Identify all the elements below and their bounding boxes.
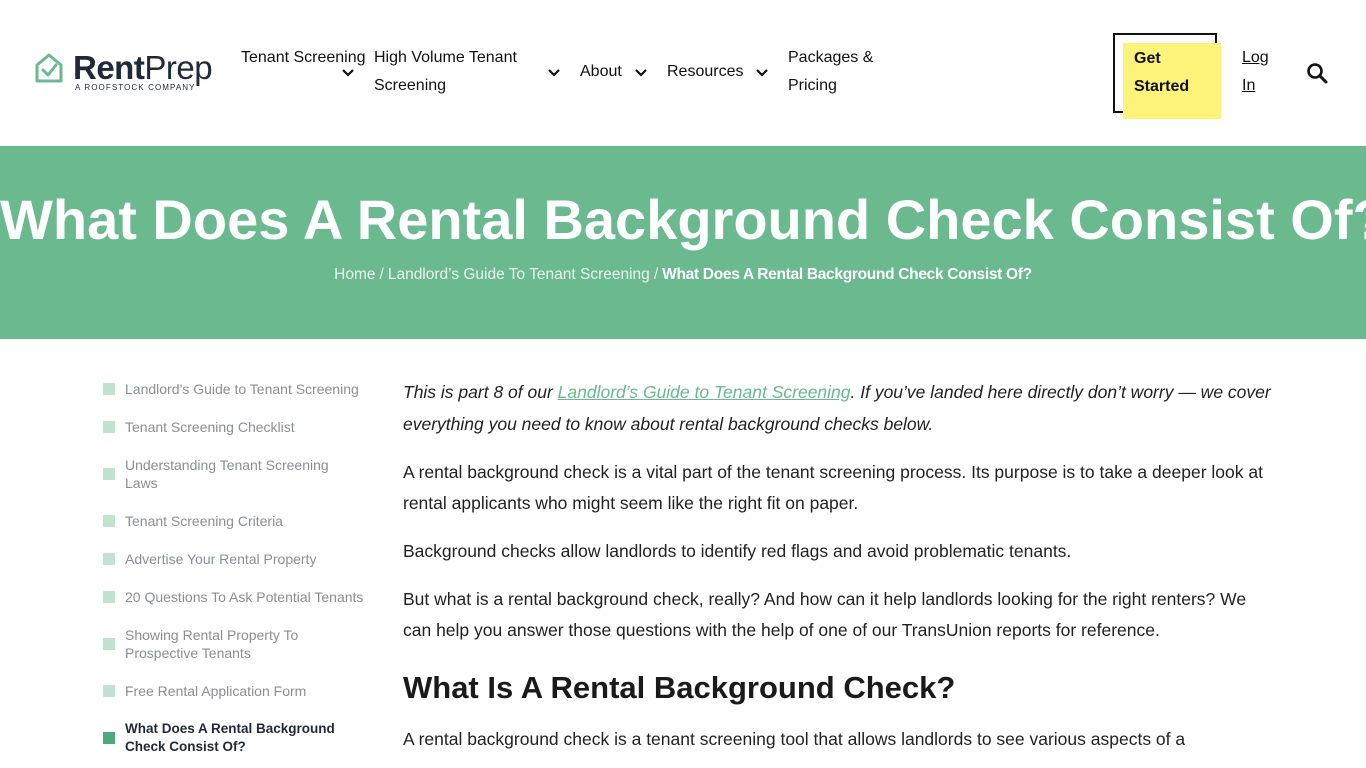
bullet-icon xyxy=(103,421,115,433)
chevron-down-icon[interactable] xyxy=(341,68,355,78)
chevron-down-icon[interactable] xyxy=(547,68,561,78)
sidebar-item-label: What Does A Rental Background Check Cons… xyxy=(125,721,335,754)
nav-label: High Volume Tenant Screening xyxy=(374,49,517,94)
breadcrumb-parent[interactable]: Landlord’s Guide To Tenant Screening xyxy=(388,266,650,283)
nav-label: About xyxy=(580,63,622,80)
bullet-icon xyxy=(103,638,115,650)
sidebar-item-label: 20 Questions To Ask Potential Tenants xyxy=(125,589,364,605)
breadcrumb-current: What Does A Rental Background Check Cons… xyxy=(662,266,1032,283)
rentprep-logo[interactable]: RentPrep A ROOFSTOCK COMPANY xyxy=(34,50,219,96)
nav-label: Packages & Pricing xyxy=(788,49,874,94)
bullet-icon xyxy=(103,732,115,744)
house-check-logo-icon xyxy=(35,53,63,83)
site-header: RentPrep A ROOFSTOCK COMPANY Tenant Scre… xyxy=(0,0,1366,146)
nav-tenant-screening[interactable]: Tenant Screening xyxy=(241,44,366,72)
paragraph: A rental background check is a vital par… xyxy=(403,462,1263,513)
sidebar-item-label: Advertise Your Rental Property xyxy=(125,551,317,567)
nav-high-volume-tenant-screening[interactable]: High Volume Tenant Screening xyxy=(374,44,534,100)
bullet-icon xyxy=(103,383,115,395)
sidebar-item-label: Showing Rental Property To Prospective T… xyxy=(125,627,299,661)
sidebar-item-label: Understanding Tenant Screening Laws xyxy=(125,457,329,491)
bullet-icon xyxy=(103,515,115,527)
logo-wordmark: RentPrep xyxy=(73,49,213,86)
paragraph: A rental background check is a tenant sc… xyxy=(403,729,1186,749)
nav-label: Tenant Screening xyxy=(241,49,366,66)
breadcrumb: Home / Landlord’s Guide To Tenant Screenin… xyxy=(0,266,1366,284)
breadcrumb-separator: / xyxy=(379,266,384,283)
login-link[interactable]: Log In xyxy=(1242,44,1278,100)
bullet-icon xyxy=(103,685,115,697)
intro-paragraph: This is part 8 of our Landlord’s Guide t… xyxy=(403,382,1271,434)
search-icon[interactable] xyxy=(1306,62,1328,84)
page-title: What Does A Rental Background Check Cons… xyxy=(0,188,1366,251)
section-heading: What Is A Rental Background Check? xyxy=(403,670,956,705)
chevron-down-icon[interactable] xyxy=(755,68,769,78)
sidebar-item-label: Tenant Screening Checklist xyxy=(125,419,295,435)
bullet-icon xyxy=(103,591,115,603)
paragraph: But what is a rental background check, r… xyxy=(403,589,1247,640)
logo-tagline: A ROOFSTOCK COMPANY xyxy=(75,83,196,92)
get-started-label: Get Started xyxy=(1134,50,1190,95)
nav-about[interactable]: About xyxy=(580,58,622,86)
sidebar-item-label: Free Rental Application Form xyxy=(125,683,307,699)
get-started-button[interactable]: Get Started xyxy=(1113,33,1221,119)
sidebar-item-label: Tenant Screening Criteria xyxy=(125,513,283,529)
bullet-icon xyxy=(103,553,115,565)
article-body: This is part 8 of our Landlord’s Guide t… xyxy=(403,376,1273,755)
guide-link[interactable]: Landlord’s Guide to Tenant Screening xyxy=(558,382,851,402)
paragraph: Background checks allow landlords to ide… xyxy=(403,541,1072,561)
nav-packages-pricing[interactable]: Packages & Pricing xyxy=(788,44,888,100)
chevron-down-icon[interactable] xyxy=(634,68,648,78)
nav-label: Resources xyxy=(667,63,744,80)
hero-banner: What Does A Rental Background Check Cons… xyxy=(0,146,1366,339)
bullet-icon xyxy=(103,468,115,480)
breadcrumb-home[interactable]: Home xyxy=(334,266,375,283)
breadcrumb-separator: / xyxy=(653,266,659,283)
nav-resources[interactable]: Resources xyxy=(667,58,743,86)
sidebar-item-label: Landlord’s Guide to Tenant Screening xyxy=(125,381,359,397)
